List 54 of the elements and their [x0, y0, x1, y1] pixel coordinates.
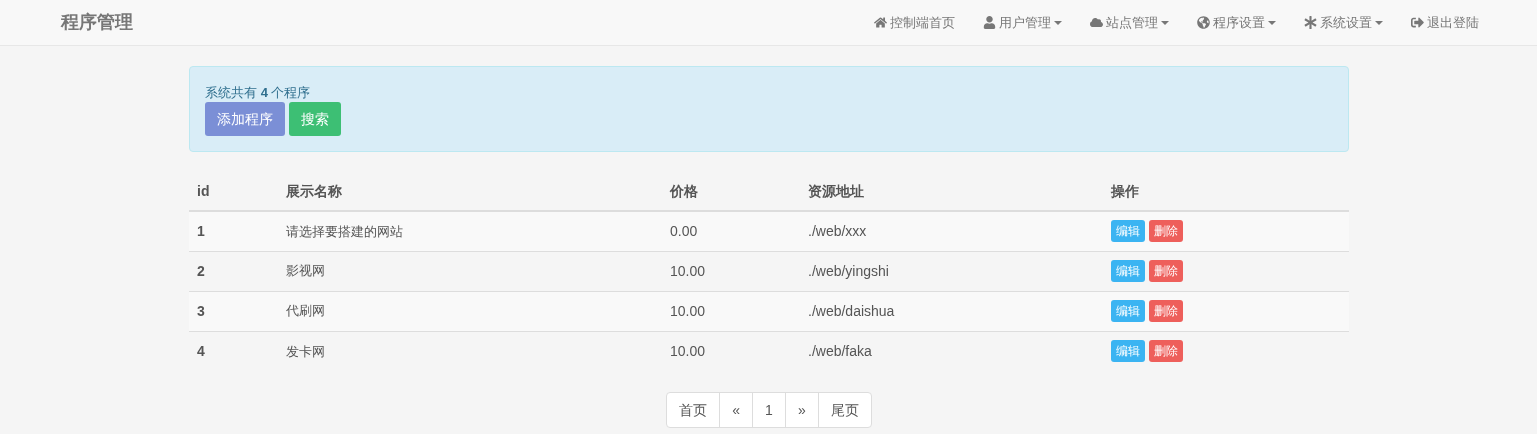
delete-button[interactable]: 删除 — [1149, 300, 1183, 322]
column-header: id — [189, 172, 278, 211]
action-button[interactable]: 搜索 — [289, 102, 341, 136]
brand-title[interactable]: 程序管理 — [61, 9, 133, 36]
logout-icon — [1411, 16, 1424, 29]
cloud-icon — [1090, 16, 1103, 29]
delete-button[interactable]: 删除 — [1149, 340, 1183, 363]
table-cell: 影视网 — [278, 251, 662, 291]
table-cell: 4 — [189, 331, 278, 371]
table-cell: 2 — [189, 251, 278, 291]
summary-text: 系统共有 4 个程序 — [205, 84, 312, 102]
edit-button[interactable]: 编辑 — [1111, 260, 1145, 282]
globe-icon — [1197, 16, 1210, 29]
user-icon — [983, 16, 996, 29]
page-link[interactable]: 1 — [752, 393, 785, 427]
caret-icon — [1161, 20, 1169, 25]
home-icon — [874, 16, 887, 29]
table-cell: 发卡网 — [278, 331, 662, 371]
table-cell: 10.00 — [662, 251, 800, 291]
caret-icon — [1054, 20, 1062, 25]
delete-button[interactable]: 删除 — [1149, 260, 1183, 282]
table-cell: 10.00 — [662, 331, 800, 371]
page-link[interactable]: « — [719, 393, 753, 427]
table-cell: 代刷网 — [278, 291, 662, 331]
action-button[interactable]: 添加程序 — [205, 102, 285, 136]
table-cell: ./web/faka — [800, 331, 1103, 371]
table-cell: 0.00 — [662, 211, 800, 251]
delete-button[interactable]: 删除 — [1149, 220, 1183, 243]
table-cell: 1 — [189, 211, 278, 251]
edit-button[interactable]: 编辑 — [1111, 340, 1145, 363]
table-cell: ./web/yingshi — [800, 251, 1103, 291]
page-link[interactable]: » — [784, 393, 818, 427]
nav-link[interactable]: 用户管理 — [983, 12, 1062, 33]
column-header: 展示名称 — [278, 172, 662, 211]
asterisk-icon — [1304, 16, 1317, 29]
page-link[interactable]: 尾页 — [817, 393, 871, 427]
nav-link[interactable]: 站点管理 — [1090, 12, 1169, 33]
nav-link[interactable]: 程序设置 — [1197, 12, 1276, 33]
page-link[interactable]: 首页 — [667, 393, 720, 427]
edit-button[interactable]: 编辑 — [1111, 300, 1145, 322]
caret-icon — [1375, 20, 1383, 25]
nav-link[interactable]: 系统设置 — [1304, 12, 1383, 33]
table-cell: 请选择要搭建的网站 — [278, 211, 662, 251]
column-header: 操作 — [1103, 172, 1349, 211]
nav-link[interactable]: 退出登陆 — [1411, 12, 1479, 33]
table-cell: 3 — [189, 291, 278, 331]
table-cell: ./web/xxx — [800, 211, 1103, 251]
caret-icon — [1268, 20, 1276, 25]
table-cell: 10.00 — [662, 291, 800, 331]
column-header: 资源地址 — [800, 172, 1103, 211]
column-header: 价格 — [662, 172, 800, 211]
edit-button[interactable]: 编辑 — [1111, 220, 1145, 243]
nav-link[interactable]: 控制端首页 — [874, 12, 955, 33]
table-cell: ./web/daishua — [800, 291, 1103, 331]
